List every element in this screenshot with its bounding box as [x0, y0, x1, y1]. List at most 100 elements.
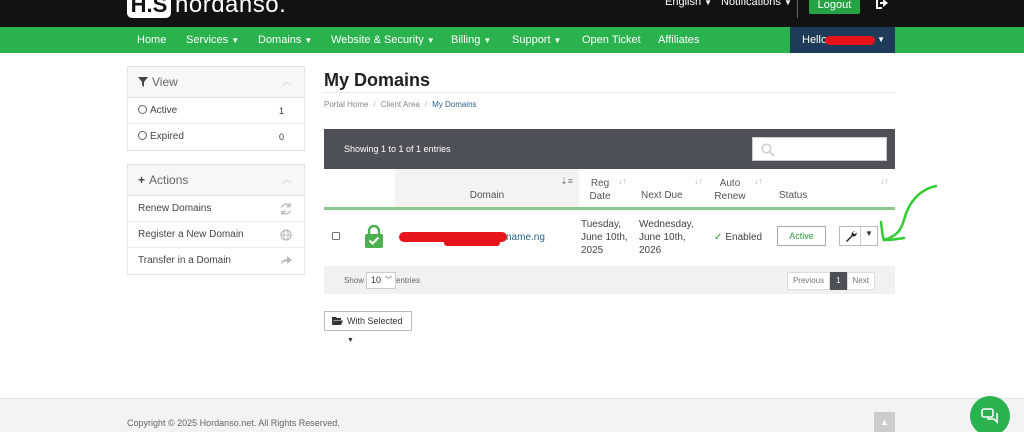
length-label: Show — [344, 276, 365, 285]
page-footer: Copyright © 2025 Hordanso.net. All Right… — [0, 398, 1024, 432]
nav-website-security[interactable]: Website & Security ▼ — [331, 27, 435, 53]
column-label: Next Due — [641, 190, 683, 201]
nav-label: Services — [186, 34, 229, 46]
search-input[interactable] — [752, 137, 887, 161]
breadcrumb-client-area[interactable]: Client Area — [381, 100, 420, 109]
action-renew-domains[interactable]: Renew Domains — [128, 196, 304, 222]
nav-label: Support — [512, 34, 551, 46]
col-domain[interactable]: Domain ⇣≡ — [395, 169, 579, 207]
action-transfer-domain[interactable]: Transfer in a Domain — [128, 248, 304, 274]
chat-widget-button[interactable] — [970, 396, 1010, 432]
table-header: Domain ⇣≡ Reg Date ↓↑ Next Due ↓↑ Auto R… — [324, 169, 895, 210]
col-next-due[interactable]: Next Due ↓↑ — [631, 169, 707, 207]
breadcrumb-separator: / — [373, 100, 376, 109]
table-info: Showing 1 to 1 of 1 entries — [344, 144, 451, 154]
nav-services[interactable]: Services ▼ — [186, 27, 239, 53]
nav-label: Website & Security — [331, 34, 424, 46]
col-select — [324, 169, 354, 207]
col-ssl — [354, 169, 395, 207]
actions-panel-title: Actions — [149, 173, 189, 187]
caret-down-icon: ▼ — [483, 36, 492, 45]
caret-down-icon: ▼ — [783, 0, 792, 7]
logo-text[interactable]: hordanso. — [175, 0, 286, 19]
logout-button[interactable]: Logout — [809, 0, 860, 14]
copyright-text: Copyright © 2025 Hordanso.net. All Right… — [127, 418, 340, 428]
caret-down-icon: ▼ — [426, 36, 435, 45]
back-to-top-button[interactable]: ▲ — [874, 412, 895, 432]
top-bar: H.S hordanso. English ▼ Notifications ▼ … — [0, 0, 1024, 27]
action-label: Transfer in a Domain — [138, 255, 231, 266]
caret-down-icon: ▼ — [704, 0, 713, 7]
share-icon — [281, 256, 292, 265]
wrench-icon — [846, 231, 857, 242]
redaction-mark — [444, 240, 500, 246]
language-menu[interactable]: English ▼ — [665, 0, 712, 8]
chevron-up-icon[interactable]: ︿ — [282, 67, 292, 98]
nav-label: Domains — [258, 34, 302, 46]
table-toolbar: Showing 1 to 1 of 1 entries — [324, 129, 895, 169]
caret-down-icon: ▼ — [231, 36, 240, 45]
filter-icon — [138, 77, 148, 87]
domain-link[interactable]: name.ng — [506, 232, 545, 243]
action-register-domain[interactable]: Register a New Domain — [128, 222, 304, 248]
main-nav: Home Services ▼ Domains ▼ Website & Securi… — [0, 27, 1024, 53]
view-panel: View ︿ Active 1 Expired 0 — [127, 66, 305, 151]
nav-domains[interactable]: Domains ▼ — [258, 27, 312, 53]
nav-label: Billing — [451, 34, 481, 46]
sort-icon: ↓↑ — [694, 176, 703, 186]
table-row[interactable]: name.ng Tuesday, June 10th, 2025 Wednesd… — [324, 210, 895, 266]
divider — [797, 0, 798, 18]
plus-icon: + — [138, 173, 146, 187]
chevron-up-icon[interactable]: ︿ — [282, 165, 292, 196]
pagination-previous[interactable]: Previous — [786, 272, 831, 290]
caret-down-icon: ▼ — [347, 337, 354, 344]
row-checkbox[interactable] — [332, 232, 340, 240]
nav-open-ticket[interactable]: Open Ticket — [582, 27, 641, 53]
sort-desc-icon: ⇣≡ — [560, 176, 573, 186]
col-reg-date[interactable]: Reg Date ↓↑ — [579, 169, 631, 207]
logo-mark[interactable]: H.S — [127, 0, 171, 18]
filter-expired[interactable]: Expired 0 — [128, 124, 304, 150]
length-value: 10 — [371, 275, 382, 285]
pagination-next[interactable]: Next — [846, 272, 875, 290]
user-greeting: Hello — [802, 34, 828, 46]
filter-count: 0 — [278, 132, 284, 142]
breadcrumb-portal-home[interactable]: Portal Home — [324, 100, 368, 109]
nav-home[interactable]: Home — [137, 27, 166, 53]
exit-icon[interactable] — [874, 0, 890, 11]
nav-label: Open Ticket — [582, 34, 641, 46]
page-length-select[interactable]: 10 ﹀ — [366, 272, 396, 289]
nav-billing[interactable]: Billing ▼ — [451, 27, 491, 53]
column-label: Auto Renew — [714, 178, 746, 202]
sort-icon: ↓↑ — [754, 176, 763, 186]
next-due-cell: Wednesday, June 10th, 2026 — [639, 219, 694, 256]
caret-down-icon: ▼ — [304, 36, 313, 45]
page-title: My Domains — [324, 70, 431, 90]
view-panel-header[interactable]: View ︿ — [128, 67, 304, 98]
nav-support[interactable]: Support ▼ — [512, 27, 561, 53]
nav-label: Affiliates — [658, 34, 700, 46]
divider — [324, 92, 895, 93]
action-label: Register a New Domain — [138, 229, 244, 240]
nav-affiliates[interactable]: Affiliates — [658, 27, 699, 53]
filter-label: Active — [150, 105, 178, 116]
table-footer: Show 10 ﹀ entries Previous 1 Next — [324, 266, 895, 294]
column-label: Domain — [469, 190, 505, 201]
pagination-page[interactable]: 1 — [830, 272, 847, 290]
pagination: Previous 1 Next — [786, 272, 875, 290]
notifications-menu[interactable]: Notifications ▼ — [721, 0, 792, 8]
column-label: Reg Date — [589, 178, 611, 202]
action-label: Renew Domains — [138, 203, 212, 214]
status-badge: Active — [777, 226, 826, 246]
actions-panel-header[interactable]: + Actions ︿ — [128, 165, 304, 196]
redaction-mark — [825, 35, 876, 45]
nav-label: Home — [137, 34, 167, 46]
chat-icon — [981, 408, 998, 424]
with-selected-button[interactable]: With Selected ▼ — [324, 311, 412, 344]
filter-active[interactable]: Active 1 — [128, 98, 304, 124]
with-selected-label: With Selected — [347, 316, 403, 326]
refresh-icon — [280, 203, 292, 215]
globe-icon — [280, 229, 292, 241]
col-auto-renew[interactable]: Auto Renew ↓↑ — [707, 169, 769, 207]
user-menu[interactable]: Hello ▼ — [790, 27, 895, 53]
